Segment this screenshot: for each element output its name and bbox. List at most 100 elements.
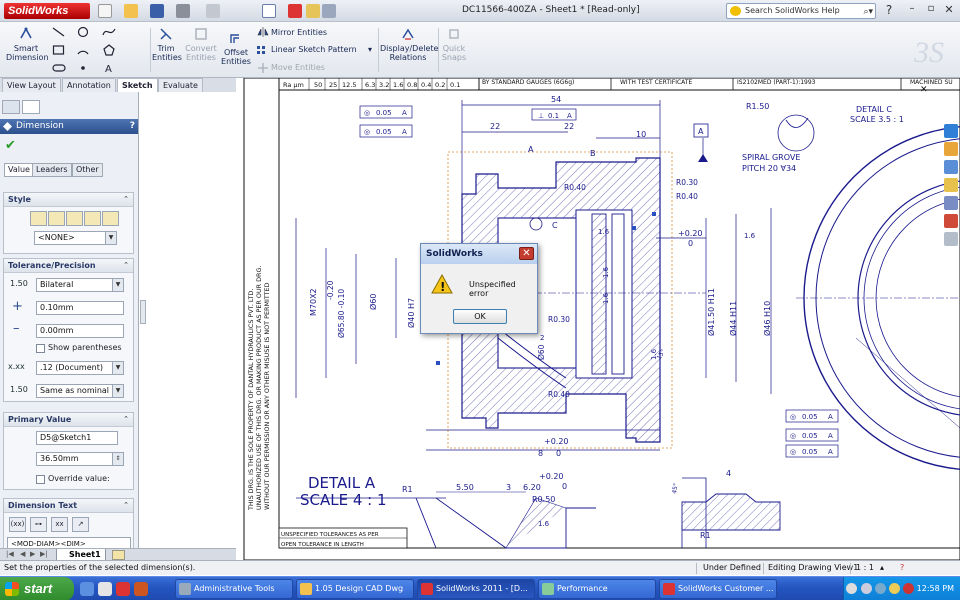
task-solidworks-customer[interactable]: SolidWorks Customer ... (659, 579, 777, 599)
point-tool-icon[interactable] (76, 62, 90, 74)
section-label-b[interactable]: B (590, 149, 596, 158)
help-search-input[interactable]: Search SolidWorks Help ⌕▾ (726, 3, 876, 19)
solidworks-logo[interactable]: SolidWorks (4, 3, 90, 19)
tol-zero-c[interactable]: 0 (562, 482, 567, 491)
solidworks-launch-icon[interactable] (116, 582, 130, 596)
detail-c-section[interactable] (681, 493, 781, 531)
file-properties-icon[interactable] (306, 4, 320, 18)
panel-splitter-handle[interactable] (140, 300, 146, 324)
dialog-title-bar[interactable]: SolidWorks ✕ (421, 244, 537, 264)
add-style-icon[interactable] (48, 211, 65, 226)
tol-plus-020-b[interactable]: +0.20 (544, 437, 569, 446)
tolerance-heading[interactable]: Tolerance/Precision ⌃ (4, 259, 133, 273)
options-icon[interactable] (322, 4, 336, 18)
task-performance[interactable]: Performance (538, 579, 656, 599)
forum-icon[interactable] (944, 232, 958, 246)
delete-style-icon[interactable] (66, 211, 83, 226)
tolerance-precision-select[interactable]: Same as nominal (D ▼ (36, 384, 124, 398)
dim-22a[interactable]: 22 (490, 122, 500, 131)
selection-handle[interactable] (632, 226, 636, 230)
override-value-checkbox[interactable] (36, 475, 45, 484)
trim-entities-button[interactable]: Trim Entities (152, 26, 182, 62)
tol-plus-020-c[interactable]: +0.20 (539, 472, 564, 481)
detail-a-5-50[interactable]: 5.50 (456, 483, 474, 492)
drawing-canvas[interactable]: Ra µm 50 25 12.5 6.3 3.2 1.6 0.8 0.4 0.2… (236, 78, 960, 560)
dia-41-50-h11[interactable]: Ø41.50 H11 (706, 288, 716, 336)
dim-8[interactable]: 8 (538, 449, 543, 458)
dim-text-inspection-icon[interactable]: xx (51, 517, 68, 532)
appearances-icon[interactable] (944, 196, 958, 210)
open-folder-icon[interactable] (124, 4, 138, 18)
tab-other[interactable]: Other (72, 163, 103, 177)
linear-sketch-pattern-button[interactable]: Linear Sketch Pattern (271, 45, 357, 54)
radius-r040-b[interactable]: R0.40 (676, 192, 698, 201)
slot-tool-icon[interactable] (52, 62, 66, 74)
rectangle-tool-icon[interactable] (52, 44, 66, 56)
dim-54[interactable]: 54 (551, 95, 561, 104)
prev-sheet-icon[interactable]: ◀ (20, 550, 25, 558)
dim-22b[interactable]: 22 (564, 122, 574, 131)
detail-a-profile[interactable] (415, 497, 596, 549)
print-icon[interactable] (176, 4, 190, 18)
dia-65-80[interactable]: Ø65.80 -0.10 (337, 289, 346, 338)
style-heading[interactable]: Style ⌃ (4, 193, 133, 207)
radius-r040-a[interactable]: R0.40 (564, 183, 586, 192)
file-explorer-icon[interactable] (944, 160, 958, 174)
drawing-close-icon[interactable]: ✕ (920, 85, 928, 95)
detail-c-angle[interactable]: 45° (671, 483, 680, 495)
ok-checkmark-icon[interactable]: ✔ (5, 138, 16, 153)
feature-manager-tab-icon[interactable] (2, 100, 20, 114)
selection-handle[interactable] (436, 361, 440, 365)
circle-tool-icon[interactable] (76, 26, 90, 38)
section-label-c[interactable]: C (552, 221, 558, 230)
clock[interactable]: 12:58 PM (917, 577, 954, 600)
dim-10[interactable]: 10 (636, 130, 646, 139)
tolerance-type-select[interactable]: Bilateral ▼ (36, 278, 124, 292)
dia-46-h10[interactable]: Ø46 H10 (762, 301, 772, 336)
minimize-icon[interactable]: – (905, 3, 919, 14)
detail-c-dim-4[interactable]: 4 (726, 469, 731, 478)
select-arrow-icon[interactable] (262, 4, 276, 18)
help-status-icon[interactable]: ? (900, 561, 904, 575)
spin-arrows-icon[interactable]: ⇕ (112, 453, 123, 465)
restore-icon[interactable]: ▫ (924, 3, 938, 14)
close-icon[interactable]: ✕ (942, 3, 956, 16)
dialog-close-icon[interactable]: ✕ (519, 247, 534, 260)
surface-finish-4[interactable]: 1.6 (650, 348, 658, 360)
tray-search-icon[interactable] (861, 583, 872, 594)
text-tool-icon[interactable]: A (102, 62, 116, 74)
thread-m70[interactable]: M70X2 (309, 288, 318, 316)
detail-a-r050[interactable]: R0.50 (532, 495, 555, 504)
solidworks-resources-icon[interactable] (944, 124, 958, 138)
dim-text-parentheses-icon[interactable]: (xx) (9, 517, 26, 532)
rebuild-icon[interactable] (288, 4, 302, 18)
detail-a-3[interactable]: 3 (506, 483, 511, 492)
property-manager-tab-icon[interactable] (22, 100, 40, 114)
tab-annotation[interactable]: Annotation (62, 78, 116, 92)
dia-60-inner[interactable]: Ø60 (537, 344, 546, 360)
section-label-a[interactable]: A (528, 145, 534, 154)
minus-tolerance-input[interactable]: 0.00mm (36, 324, 124, 338)
tab-leaders[interactable]: Leaders (32, 163, 72, 177)
tol-plus-020-a[interactable]: +0.20 (678, 229, 703, 238)
next-sheet-icon[interactable]: ▶ (30, 550, 35, 558)
polygon-tool-icon[interactable] (102, 44, 116, 56)
move-entities-button[interactable]: Move Entities (271, 63, 325, 72)
last-sheet-icon[interactable]: ▶| (40, 550, 48, 558)
collapse-icon[interactable]: ⌃ (123, 259, 129, 272)
tab-view-layout[interactable]: View Layout (2, 78, 61, 92)
collapse-icon[interactable]: ⌃ (123, 413, 129, 426)
task-solidworks[interactable]: SolidWorks 2011 - [D... (417, 579, 535, 599)
security-icon[interactable] (889, 583, 900, 594)
mirror-entities-button[interactable]: Mirror Entities (271, 28, 327, 37)
primary-value-heading[interactable]: Primary Value ⌃ (4, 413, 133, 427)
tab-evaluate[interactable]: Evaluate (158, 78, 203, 92)
first-sheet-icon[interactable]: |◀ (6, 550, 14, 558)
undo-icon[interactable] (206, 4, 220, 18)
dia-44-h11[interactable]: Ø44 H11 (728, 301, 738, 336)
dialog-ok-button[interactable]: OK (453, 309, 507, 324)
radius-r030-a[interactable]: R0.30 (676, 178, 698, 187)
show-desktop-icon[interactable] (98, 582, 112, 596)
tol-zero-a[interactable]: 0 (688, 239, 693, 248)
save-style-icon[interactable] (84, 211, 101, 226)
